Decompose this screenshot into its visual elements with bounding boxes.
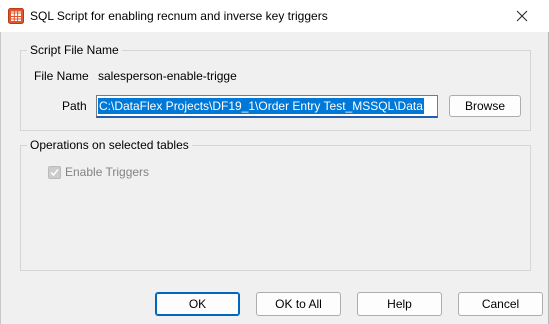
help-button[interactable]: Help (357, 292, 442, 316)
path-input-value: C:\DataFlex Projects\DF19_1\Order Entry … (98, 98, 424, 114)
ok-to-all-button[interactable]: OK to All (256, 292, 341, 316)
browse-button[interactable]: Browse (449, 95, 521, 117)
operations-legend: Operations on selected tables (27, 138, 192, 152)
enable-triggers-checkbox[interactable]: Enable Triggers (48, 164, 149, 180)
cancel-button[interactable]: Cancel (458, 292, 543, 316)
file-name-label: File Name (34, 69, 89, 83)
script-file-name-group: Script File Name (20, 43, 531, 131)
enable-triggers-label: Enable Triggers (65, 165, 150, 179)
window-left-border (0, 32, 1, 324)
checkmark-icon (50, 168, 59, 176)
script-file-name-legend: Script File Name (27, 43, 122, 57)
window-title: SQL Script for enabling recnum and inver… (30, 9, 328, 23)
file-name-field: salesperson-enable-trigge (94, 65, 244, 87)
ok-button[interactable]: OK (155, 292, 240, 316)
close-icon (516, 10, 528, 22)
title-bar: SQL Script for enabling recnum and inver… (0, 0, 549, 32)
close-button[interactable] (514, 8, 530, 24)
dataflex-app-icon (8, 8, 24, 24)
path-label: Path (62, 99, 87, 113)
path-input[interactable]: C:\DataFlex Projects\DF19_1\Order Entry … (96, 95, 438, 118)
checkbox-box (48, 165, 61, 179)
